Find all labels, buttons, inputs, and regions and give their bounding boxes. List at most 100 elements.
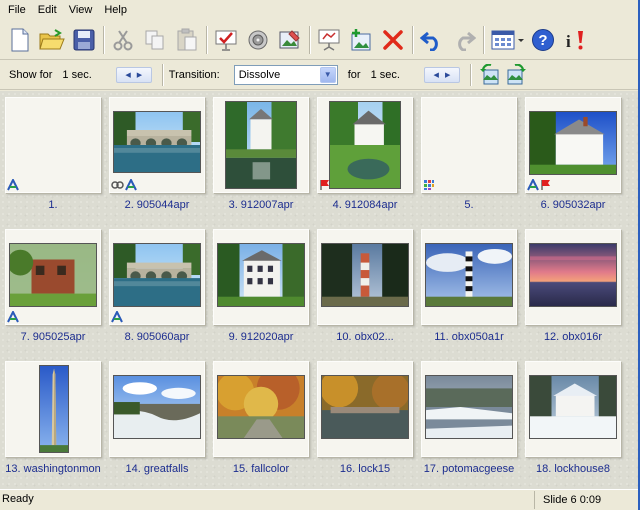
slide-caption: 16. lock15 — [339, 463, 391, 475]
presentation-button[interactable] — [313, 24, 345, 56]
transition-duration-spinner[interactable]: ◀ ▶ — [423, 66, 460, 83]
slide-caption: 18. lockhouse8 — [536, 463, 610, 475]
edit-image-icon — [279, 29, 300, 48]
menu-help[interactable]: Help — [98, 0, 133, 20]
slide-thumbnail[interactable]: 2. 905044apr — [109, 97, 205, 215]
cut-button[interactable] — [107, 24, 139, 56]
rotate-left-button[interactable] — [477, 62, 503, 88]
slide-caption: 13. washingtonmon — [5, 463, 101, 475]
slide-thumbnail[interactable]: 16. lock15 — [317, 361, 413, 479]
sound-icon — [248, 30, 268, 49]
slide-thumbnail[interactable]: 15. fallcolor — [213, 361, 309, 479]
redo-button[interactable] — [448, 24, 480, 56]
svg-text:?: ? — [538, 32, 547, 49]
help-button[interactable]: ? — [527, 24, 559, 56]
slide-photo — [113, 375, 201, 439]
transition-select[interactable]: Dissolve ▼ — [233, 64, 338, 85]
slide-markers — [111, 309, 123, 323]
slide-markers — [111, 177, 137, 191]
slide-caption: 14. greatfalls — [125, 463, 189, 475]
slide-photo — [225, 101, 297, 189]
slide-photo — [529, 111, 617, 175]
slide-thumbnail[interactable]: 10. obx02... — [317, 229, 413, 347]
slide-properties-icon — [215, 30, 237, 51]
menu-edit[interactable]: Edit — [32, 0, 63, 20]
slide-photo — [217, 243, 305, 307]
slide-thumbnail[interactable]: 4. 912084apr — [317, 97, 413, 215]
transition-a-icon — [527, 179, 539, 191]
edit-image-button[interactable] — [274, 24, 306, 56]
undo-button[interactable] — [416, 24, 448, 56]
arrow-left-icon[interactable]: ◀ — [434, 71, 439, 79]
slide-markers — [319, 177, 331, 191]
save-button[interactable] — [68, 24, 100, 56]
copy-icon — [145, 30, 164, 49]
slide-thumbnail[interactable]: 9. 912020apr — [213, 229, 309, 347]
slide-caption: 10. obx02... — [336, 331, 394, 343]
transition-label: Transition: — [168, 68, 220, 81]
slide-photo — [113, 111, 201, 173]
slide-thumbnail[interactable]: 7. 905025apr — [5, 229, 101, 347]
slide-thumbnail[interactable]: 13. washingtonmon — [5, 361, 101, 479]
slide-markers — [527, 177, 552, 191]
chevron-down-icon[interactable]: ▼ — [319, 66, 336, 83]
slide-frame — [5, 97, 101, 193]
slide-caption: 2. 905044apr — [124, 199, 190, 211]
slide-thumbnail[interactable]: 17. potomacgeese — [421, 361, 517, 479]
slide-photo — [7, 243, 97, 307]
transition-value: Dissolve — [238, 68, 281, 81]
slide-caption: 12. obx016r — [543, 331, 603, 343]
delete-button[interactable] — [377, 24, 409, 56]
flag-icon — [541, 180, 550, 190]
copy-button[interactable] — [139, 24, 171, 56]
menu-view[interactable]: View — [63, 0, 99, 20]
toolbar-separator — [103, 25, 104, 54]
slide-markers — [7, 177, 19, 191]
slide-photo — [425, 375, 513, 439]
redo-icon — [458, 31, 476, 51]
view-mode-icon — [491, 30, 524, 49]
arrow-right-icon[interactable]: ▶ — [445, 71, 450, 79]
show-for-value: 1 sec. — [62, 68, 92, 81]
slide-properties-button[interactable] — [210, 24, 242, 56]
slide-caption: 6. 905032apr — [540, 199, 606, 211]
slide-thumbnail[interactable]: 11. obx050a1r — [421, 229, 517, 347]
slide-thumbnail[interactable]: 5. — [421, 97, 517, 215]
slide-thumbnail[interactable]: 18. lockhouse8 — [525, 361, 621, 479]
slide-caption: 17. potomacgeese — [423, 463, 515, 475]
view-mode-button[interactable] — [487, 24, 527, 56]
slide-caption: 9. 912020apr — [228, 331, 294, 343]
transition-a-icon — [125, 179, 137, 191]
rotate-right-button[interactable] — [503, 62, 529, 88]
menu-file[interactable]: File — [2, 0, 32, 20]
undo-icon — [420, 31, 438, 51]
slide-caption: 7. 905025apr — [20, 331, 86, 343]
open-button[interactable] — [36, 24, 68, 56]
slide-thumbnail[interactable]: 3. 912007apr — [213, 97, 309, 215]
slide-caption: 8. 905060apr — [124, 331, 190, 343]
slide-thumbnail[interactable]: 12. obx016r — [525, 229, 621, 347]
flag-icon — [320, 180, 329, 190]
paste-icon — [177, 28, 197, 50]
slide-thumbnail[interactable]: 6. 905032apr — [525, 97, 621, 215]
slide-thumbnail[interactable]: 14. greatfalls — [109, 361, 205, 479]
arrow-right-icon[interactable]: ▶ — [137, 71, 142, 79]
new-button[interactable] — [4, 24, 36, 56]
slide-thumbnail[interactable]: 1. — [5, 97, 101, 215]
grid-icon — [424, 180, 434, 190]
arrow-left-icon[interactable]: ◀ — [125, 71, 130, 79]
paste-button[interactable] — [171, 24, 203, 56]
add-image-button[interactable] — [345, 24, 377, 56]
status-text: Ready — [2, 493, 34, 505]
save-disk-icon — [73, 29, 95, 50]
slide-caption: 3. 912007apr — [228, 199, 294, 211]
sound-button[interactable] — [242, 24, 274, 56]
options-bar: Show for 1 sec. ◀ ▶ Transition: Dissolve … — [0, 60, 638, 90]
slide-caption: 4. 912084apr — [332, 199, 398, 211]
slide-thumbnail[interactable]: 8. 905060apr — [109, 229, 205, 347]
rotate-right-icon — [507, 63, 526, 84]
transition-a-icon — [7, 311, 19, 323]
slide-caption: 11. obx050a1r — [434, 331, 504, 343]
info-button[interactable]: i — [559, 24, 591, 56]
show-for-spinner[interactable]: ◀ ▶ — [115, 66, 152, 83]
